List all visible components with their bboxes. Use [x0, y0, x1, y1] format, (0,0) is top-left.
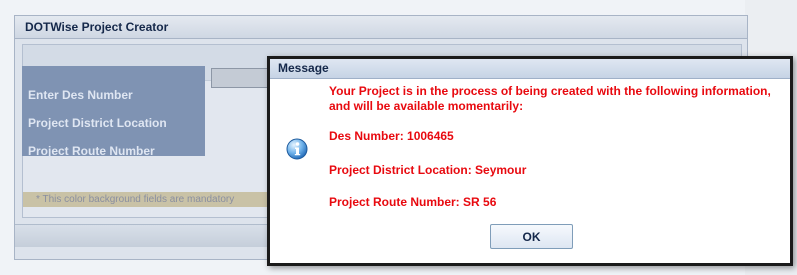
- dialog-title: Message: [278, 61, 329, 75]
- message-des-number: Des Number: 1006465: [329, 129, 454, 143]
- message-intro-line-1: Your Project is in the process of being …: [329, 84, 771, 98]
- panel-header: DOTWise Project Creator: [15, 16, 747, 39]
- form-label-column: Enter Des Number Project District Locati…: [22, 66, 205, 158]
- message-route-number: Project Route Number: SR 56: [329, 195, 497, 209]
- ok-button[interactable]: OK: [490, 224, 573, 249]
- info-icon: [286, 138, 308, 160]
- dialog-titlebar[interactable]: Message: [270, 59, 790, 79]
- message-intro-line-2: and will be available momentarily:: [329, 99, 524, 113]
- district-location-label: Project District Location: [28, 116, 167, 130]
- mandatory-note: * This color background fields are manda…: [23, 192, 291, 207]
- message-dialog: Message Your Project is in the process o…: [267, 56, 793, 266]
- des-number-label: Enter Des Number: [28, 88, 133, 102]
- panel-title: DOTWise Project Creator: [25, 20, 169, 34]
- message-district-location: Project District Location: Seymour: [329, 163, 527, 177]
- route-number-label: Project Route Number: [28, 144, 155, 158]
